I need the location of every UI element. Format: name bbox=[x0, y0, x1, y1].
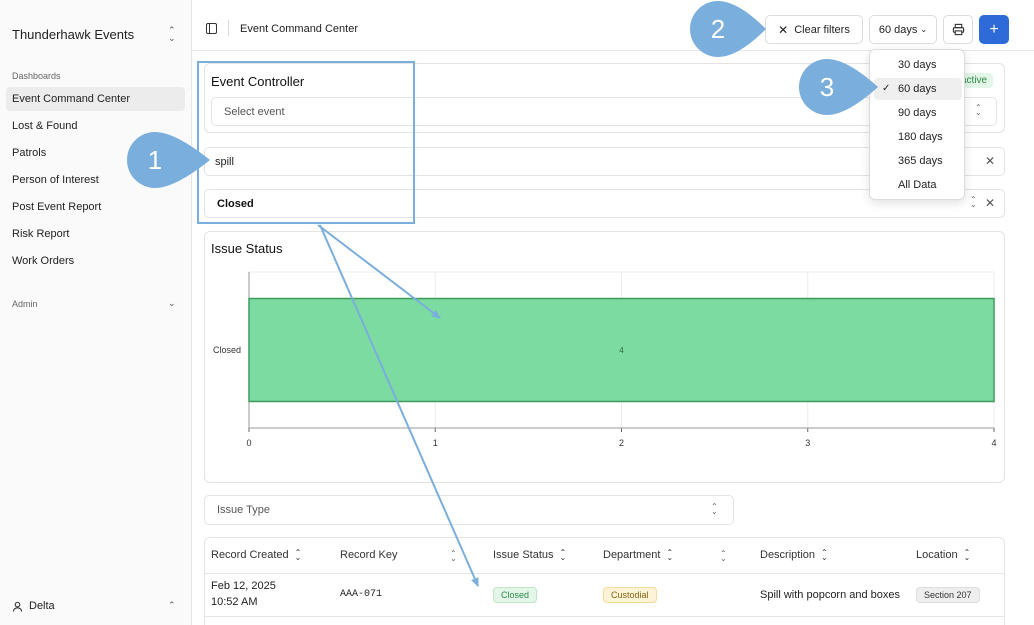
chart-title: Issue Status bbox=[211, 241, 283, 256]
dropdown-option-90-days[interactable]: 90 days bbox=[874, 102, 962, 124]
department-tag: Custodial bbox=[603, 587, 657, 603]
brand-name[interactable]: Thunderhawk Events bbox=[12, 27, 134, 42]
sort-icon: ⌃ ⌄ bbox=[559, 548, 567, 562]
issue-type-select[interactable]: Issue Type bbox=[204, 495, 734, 525]
option-label: 90 days bbox=[898, 107, 937, 119]
department-badge: Custodial bbox=[603, 587, 657, 603]
dashboards-section-label: Dashboards bbox=[12, 71, 61, 81]
clear-search-icon[interactable]: ✕ bbox=[985, 154, 995, 168]
column-label: Issue Status bbox=[493, 549, 554, 561]
record-description: Spill with popcorn and boxes bbox=[760, 589, 901, 601]
clear-filters-label: Clear filters bbox=[794, 23, 850, 36]
x-tick-label: 1 bbox=[433, 438, 438, 448]
sidebar-item-lost-found[interactable]: Lost & Found bbox=[6, 114, 185, 138]
clear-filters-button[interactable]: ✕ Clear filters bbox=[765, 15, 863, 44]
column-label: Record Created bbox=[211, 549, 289, 561]
user-icon bbox=[12, 601, 23, 612]
column-header-location[interactable]: Location ⌃ ⌄ bbox=[916, 548, 971, 562]
record-date: Feb 12, 2025 bbox=[211, 580, 276, 592]
dropdown-option-180-days[interactable]: 180 days bbox=[874, 126, 962, 148]
column-label: Description bbox=[760, 549, 816, 561]
status-badge: Closed bbox=[493, 587, 538, 603]
dropdown-option-all-data[interactable]: All Data bbox=[874, 174, 962, 196]
dropdown-option-60-days[interactable]: ✓ 60 days bbox=[874, 78, 962, 100]
workspace-switcher-icon[interactable]: ⌃ ⌄ bbox=[168, 26, 176, 43]
issue-status-chart: 0 1 2 3 4 Closed 4 bbox=[213, 271, 997, 448]
add-button[interactable]: + bbox=[979, 15, 1009, 44]
dropdown-option-30-days[interactable]: 30 days bbox=[874, 54, 962, 76]
sort-icon: ⌃ ⌄ bbox=[821, 548, 828, 562]
issue-status-badge: Closed bbox=[493, 587, 538, 603]
table-header-divider bbox=[205, 573, 1004, 574]
check-icon: ✓ bbox=[882, 83, 891, 94]
date-range-value: 60 days bbox=[878, 23, 918, 36]
print-button[interactable] bbox=[943, 15, 973, 44]
user-menu[interactable]: Delta bbox=[12, 600, 55, 612]
clear-status-icon[interactable]: ✕ bbox=[985, 196, 995, 210]
x-tick-label: 0 bbox=[246, 438, 251, 448]
x-tick-label: 3 bbox=[805, 438, 810, 448]
record-time: 10:52 AM bbox=[211, 596, 258, 608]
chevron-down-icon: ⌄ bbox=[920, 25, 928, 34]
option-label: 30 days bbox=[898, 59, 937, 71]
user-name: Delta bbox=[29, 600, 55, 612]
column-label: Location bbox=[916, 549, 958, 561]
sidebar-item-patrols[interactable]: Patrols bbox=[6, 141, 185, 165]
issue-type-placeholder: Issue Type bbox=[217, 504, 270, 516]
record-key[interactable]: AAA-071 bbox=[340, 589, 382, 600]
close-icon: ✕ bbox=[778, 22, 789, 37]
sort-icon: ⌃ ⌄ bbox=[294, 548, 302, 562]
option-label: 60 days bbox=[898, 83, 937, 95]
sort-icon[interactable]: ⌃ ⌄ bbox=[450, 550, 457, 563]
chevron-updown-icon[interactable]: ⌃ ⌄ bbox=[970, 196, 977, 209]
y-category-label: Closed bbox=[213, 345, 241, 355]
column-label: Record Key bbox=[340, 549, 398, 561]
table-row-divider bbox=[205, 616, 1004, 617]
sort-icon[interactable]: ⌃ ⌄ bbox=[720, 550, 727, 563]
sidebar-item-risk-report[interactable]: Risk Report bbox=[6, 222, 185, 246]
admin-section-label[interactable]: Admin bbox=[12, 299, 38, 309]
chevron-updown-icon: ⌃ ⌄ bbox=[975, 103, 982, 117]
location-tag: Section 207 bbox=[916, 587, 980, 603]
option-label: All Data bbox=[898, 179, 937, 191]
sidebar-item-post-event-report[interactable]: Post Event Report bbox=[6, 195, 185, 219]
sidebar: Thunderhawk Events ⌃ ⌄ Dashboards Event C… bbox=[0, 0, 192, 625]
date-range-select[interactable]: 60 days ⌄ bbox=[869, 15, 937, 44]
column-header-description[interactable]: Description ⌃ ⌄ bbox=[760, 548, 828, 562]
column-header-department[interactable]: Department ⌃ ⌄ bbox=[603, 548, 674, 562]
x-tick-label: 2 bbox=[619, 438, 624, 448]
column-label: Department bbox=[603, 549, 661, 561]
sidebar-item-person-of-interest[interactable]: Person of Interest bbox=[6, 168, 185, 192]
highlight-box bbox=[197, 61, 415, 224]
option-label: 180 days bbox=[898, 131, 943, 143]
dropdown-option-365-days[interactable]: 365 days bbox=[874, 150, 962, 172]
chevron-up-icon[interactable]: ⌃ bbox=[168, 600, 176, 611]
bar-data-label: 4 bbox=[619, 346, 624, 355]
x-tick-label: 4 bbox=[991, 438, 996, 448]
sidebar-item-work-orders[interactable]: Work Orders bbox=[6, 249, 185, 273]
header-divider bbox=[228, 20, 229, 36]
column-header-record-created[interactable]: Record Created ⌃ ⌄ bbox=[211, 548, 302, 562]
sort-icon: ⌃ ⌄ bbox=[963, 548, 971, 562]
sort-icon: ⌃ ⌄ bbox=[666, 548, 674, 562]
printer-icon bbox=[952, 23, 964, 36]
date-range-dropdown: 30 days ✓ 60 days 90 days 180 days 365 da… bbox=[869, 49, 965, 200]
sidebar-item-event-command-center[interactable]: Event Command Center bbox=[6, 87, 185, 111]
breadcrumb: Event Command Center bbox=[240, 23, 358, 35]
chevron-down-icon[interactable]: ⌄ bbox=[168, 298, 176, 309]
column-header-record-key[interactable]: Record Key bbox=[340, 549, 397, 561]
location-badge: Section 207 bbox=[916, 587, 980, 603]
sidebar-toggle-icon[interactable] bbox=[206, 23, 217, 34]
option-label: 365 days bbox=[898, 155, 943, 167]
column-header-issue-status[interactable]: Issue Status ⌃ ⌄ bbox=[493, 548, 567, 562]
chevron-updown-icon: ⌃ ⌄ bbox=[711, 502, 718, 516]
